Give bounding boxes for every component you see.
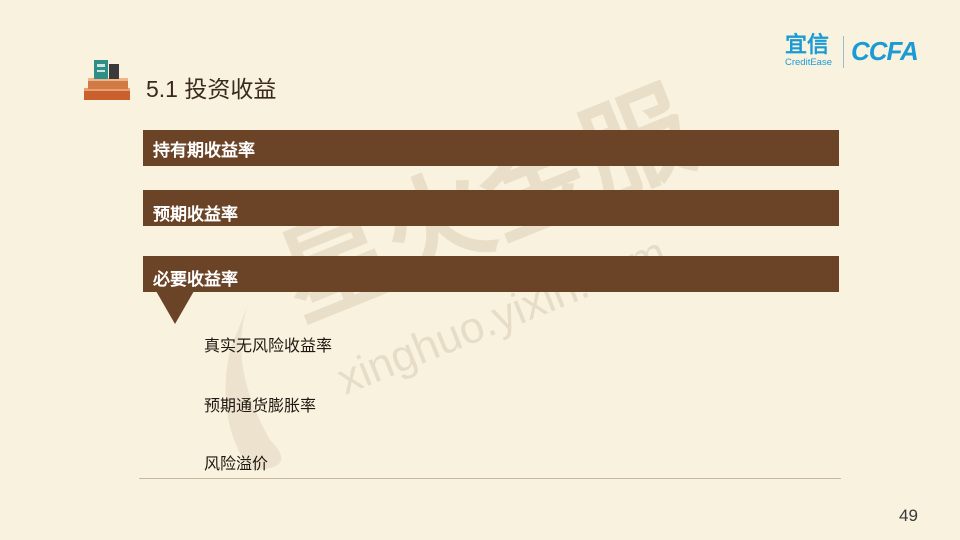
logo-creditease: CreditEase <box>785 57 832 68</box>
watermark-swoosh <box>225 300 282 470</box>
sub-item-expected-inflation: 预期通货膨胀率 <box>204 398 317 415</box>
section-bar-holding-period-return: 持有期收益率 <box>143 130 839 166</box>
page-number: 49 <box>899 506 918 525</box>
section-bar-expected-return: 预期收益率 <box>143 190 839 226</box>
logo-ccfa: CCFA <box>851 36 919 66</box>
section-bar-required-return: 必要收益率 <box>143 256 839 292</box>
sub-item-real-risk-free-rate: 真实无风险收益率 <box>204 338 333 355</box>
books-icon <box>84 60 130 100</box>
bottom-divider <box>139 478 841 479</box>
brand-logo: 宜信 CreditEase CCFA <box>785 34 935 70</box>
logo-yixin: 宜信 <box>785 32 830 57</box>
section-pointer-arrow <box>156 291 194 324</box>
slide-title: 5.1 投资收益 <box>146 76 277 102</box>
watermark-url: xinghuo.yixin.com <box>330 228 673 404</box>
sub-item-risk-premium: 风险溢价 <box>204 456 269 473</box>
logo-separator <box>843 36 844 68</box>
